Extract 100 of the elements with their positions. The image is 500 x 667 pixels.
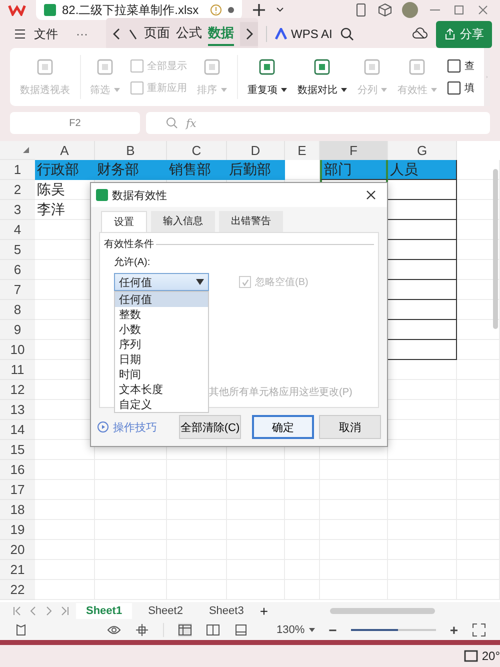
- row-header[interactable]: 19: [0, 520, 35, 540]
- ribbon-button[interactable]: 重复项: [247, 57, 288, 97]
- dropdown-option[interactable]: 整数: [115, 307, 208, 322]
- add-sheet-button[interactable]: +: [260, 603, 268, 619]
- share-button[interactable]: 分享: [436, 20, 492, 48]
- row-header[interactable]: 20: [0, 540, 35, 560]
- dropdown-option[interactable]: 自定义: [115, 397, 208, 412]
- zoom-level[interactable]: 130%: [276, 624, 315, 636]
- document-tab[interactable]: 82.二级下拉菜单制作.xlsx: [36, 0, 242, 20]
- eye-icon[interactable]: [107, 623, 122, 637]
- row-header[interactable]: 22: [0, 580, 35, 600]
- row-header[interactable]: 14: [0, 420, 35, 440]
- table-cell: 部门: [320, 160, 388, 180]
- square-icon: [257, 57, 278, 77]
- dialog-button[interactable]: 全部清除(C): [179, 415, 241, 439]
- row-header[interactable]: 17: [0, 480, 35, 500]
- select-all-icon[interactable]: [23, 147, 29, 153]
- ribbon-button[interactable]: 填: [447, 81, 474, 95]
- row-header[interactable]: 4: [0, 220, 35, 240]
- dialog-tab[interactable]: 出错警告: [219, 211, 283, 232]
- tips-link[interactable]: 操作技巧: [97, 420, 157, 434]
- split-view-icon[interactable]: [206, 623, 220, 637]
- dialog-tab[interactable]: 输入信息: [151, 211, 215, 232]
- row-header[interactable]: 11: [0, 360, 35, 380]
- column-header[interactable]: A: [35, 141, 95, 160]
- row-header[interactable]: 6: [0, 260, 35, 280]
- dialog-button[interactable]: 确定: [252, 415, 314, 439]
- sheet-tab[interactable]: Sheet2: [138, 603, 193, 619]
- dialog-tab[interactable]: 设置: [101, 211, 147, 232]
- dropdown-option[interactable]: 任何值: [115, 292, 208, 307]
- row-header[interactable]: 7: [0, 280, 35, 300]
- column-header[interactable]: C: [167, 141, 227, 160]
- row-header[interactable]: 10: [0, 340, 35, 360]
- search-icon[interactable]: [340, 27, 354, 41]
- zoom-icon[interactable]: [166, 117, 178, 129]
- zoom-out-button[interactable]: −: [328, 622, 337, 638]
- allow-dropdown[interactable]: 任何值: [114, 273, 209, 291]
- file-menu[interactable]: 文件: [34, 26, 58, 42]
- wps-logo-icon[interactable]: [8, 4, 26, 16]
- chevron-left-icon[interactable]: [112, 28, 122, 40]
- last-sheet-icon[interactable]: [60, 605, 70, 617]
- column-header[interactable]: E: [285, 141, 320, 160]
- row-header[interactable]: 21: [0, 560, 35, 580]
- column-header[interactable]: B: [95, 141, 167, 160]
- column-header[interactable]: F: [320, 141, 388, 160]
- table-cell: 销售部: [167, 160, 227, 180]
- weather-widget-icon[interactable]: [464, 649, 478, 663]
- row-header[interactable]: 16: [0, 460, 35, 480]
- first-sheet-icon[interactable]: [12, 605, 22, 617]
- row-header[interactable]: 9: [0, 320, 35, 340]
- name-box[interactable]: F2: [10, 112, 140, 134]
- shirt-icon[interactable]: [14, 623, 28, 637]
- row-header[interactable]: 13: [0, 400, 35, 420]
- column-header[interactable]: D: [227, 141, 285, 160]
- vertical-scrollbar[interactable]: [493, 169, 498, 329]
- menu-icon[interactable]: [14, 28, 26, 40]
- close-icon[interactable]: [365, 189, 377, 201]
- cube-icon[interactable]: [378, 3, 392, 17]
- avatar[interactable]: [402, 2, 418, 18]
- ribbon-tab[interactable]: 公式: [176, 22, 202, 46]
- document-title: 82.二级下拉菜单制作.xlsx: [62, 2, 200, 18]
- row-header[interactable]: 18: [0, 500, 35, 520]
- cloud-icon[interactable]: [412, 27, 428, 41]
- caret-icon[interactable]: [276, 7, 284, 13]
- row-header[interactable]: 15: [0, 440, 35, 460]
- dropdown-option[interactable]: 序列: [115, 337, 208, 352]
- ribbon-button[interactable]: 查: [447, 59, 474, 73]
- ribbon-tab[interactable]: 页面: [144, 22, 170, 46]
- zoom-in-button[interactable]: +: [450, 622, 458, 638]
- sheet-tab[interactable]: Sheet1: [76, 603, 132, 619]
- row-header[interactable]: 2: [0, 180, 35, 200]
- row-header[interactable]: 3: [0, 200, 35, 220]
- plus-icon[interactable]: [252, 3, 266, 17]
- move-icon[interactable]: [135, 623, 150, 637]
- column-header[interactable]: G: [388, 141, 457, 160]
- dialog-title: 数据有效性: [112, 188, 167, 202]
- table-cell: [35, 580, 95, 600]
- page-view-icon[interactable]: [234, 623, 248, 637]
- table-cell: 财务部: [95, 160, 167, 180]
- dropdown-option[interactable]: 小数: [115, 322, 208, 337]
- table-cell: [457, 360, 500, 380]
- field-label: 允许(A):: [113, 256, 152, 269]
- dialog-button[interactable]: 取消: [319, 415, 381, 439]
- wps-ai-button[interactable]: WPS AI: [275, 27, 332, 41]
- dropdown-option[interactable]: 时间: [115, 367, 208, 382]
- chevron-right-icon[interactable]: [240, 22, 258, 46]
- ribbon-button[interactable]: 数据对比: [297, 57, 348, 97]
- row-header[interactable]: 8: [0, 300, 35, 320]
- maximize-icon[interactable]: [452, 3, 466, 17]
- row-header[interactable]: 12: [0, 380, 35, 400]
- more-menu[interactable]: ···: [76, 27, 88, 41]
- normal-view-icon[interactable]: [178, 623, 192, 637]
- row-header[interactable]: 5: [0, 240, 35, 260]
- fullscreen-icon[interactable]: [472, 623, 486, 637]
- dropdown-option[interactable]: 日期: [115, 352, 208, 367]
- dropdown-option[interactable]: 文本长度: [115, 382, 208, 397]
- table-cell: [35, 560, 95, 580]
- sheet-tab[interactable]: Sheet3: [198, 603, 254, 619]
- row-header[interactable]: 1: [0, 160, 35, 180]
- phone-icon[interactable]: [354, 3, 368, 17]
